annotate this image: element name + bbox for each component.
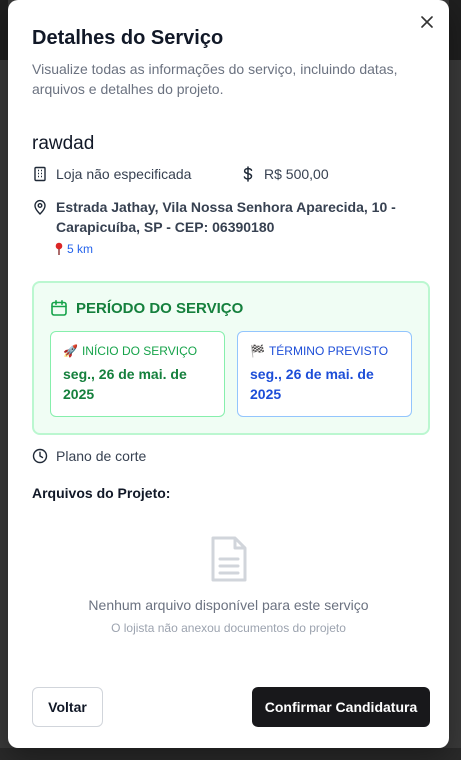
service-details-modal: Detalhes do Serviço Visualize todas as i… xyxy=(8,0,449,748)
period-header: PERÍODO DO SERVIÇO xyxy=(50,299,243,317)
backdrop-strip xyxy=(449,0,461,60)
start-label-row: 🚀 INÍCIO DO SERVIÇO xyxy=(63,344,212,358)
distance-value: 5 km xyxy=(67,242,94,256)
map-pin-icon xyxy=(34,199,46,215)
service-name: rawdad xyxy=(32,133,95,154)
store-name: Loja não especificada xyxy=(56,166,192,182)
plan-text: Plano de corte xyxy=(56,448,147,464)
backdrop-bottom xyxy=(0,748,461,760)
end-date-card: 🏁 TÉRMINO PREVISTO seg., 26 de mai. de 2… xyxy=(237,331,412,417)
end-label: TÉRMINO PREVISTO xyxy=(268,344,389,358)
confirm-application-button[interactable]: Confirmar Candidatura xyxy=(252,687,430,727)
distance-info: 5 km xyxy=(54,242,93,256)
checkered-flag-icon: 🏁 xyxy=(250,344,265,358)
close-button[interactable] xyxy=(417,12,437,32)
empty-files-title: Nenhum arquivo disponível para este serv… xyxy=(88,597,369,613)
address-text: Estrada Jathay, Vila Nossa Senhora Apare… xyxy=(56,199,396,235)
end-label-row: 🏁 TÉRMINO PREVISTO xyxy=(250,344,399,358)
modal-subtitle: Visualize todas as informações do serviç… xyxy=(32,61,398,97)
start-date: seg., 26 de mai. de 2025 xyxy=(63,366,187,402)
calendar-icon xyxy=(51,300,67,316)
backdrop-strip xyxy=(0,0,8,60)
modal-title: Detalhes do Serviço xyxy=(32,27,224,49)
service-period-box: PERÍODO DO SERVIÇO 🚀 INÍCIO DO SERVIÇO s… xyxy=(32,281,430,435)
end-date: seg., 26 de mai. de 2025 xyxy=(250,366,374,402)
dollar-icon xyxy=(243,166,253,182)
period-title: PERÍODO DO SERVIÇO xyxy=(76,299,244,317)
close-icon xyxy=(421,16,433,28)
rocket-icon: 🚀 xyxy=(63,344,78,358)
back-button[interactable]: Voltar xyxy=(32,687,103,727)
pushpin-icon xyxy=(55,242,63,255)
price-value: R$ 500,00 xyxy=(264,166,329,182)
building-icon xyxy=(34,166,46,182)
address-info: Estrada Jathay, Vila Nossa Senhora Apare… xyxy=(32,197,412,237)
start-date-card: 🚀 INÍCIO DO SERVIÇO seg., 26 de mai. de … xyxy=(50,331,225,417)
files-empty-state: Nenhum arquivo disponível para este serv… xyxy=(8,535,449,635)
empty-files-subtitle: O lojista não anexou documentos do proje… xyxy=(111,621,346,635)
files-section-title: Arquivos do Projeto: xyxy=(32,485,171,501)
store-info: Loja não especificada xyxy=(32,166,191,182)
price-info: R$ 500,00 xyxy=(240,166,329,182)
clock-icon xyxy=(32,448,48,464)
start-label: INÍCIO DO SERVIÇO xyxy=(81,344,198,358)
document-icon xyxy=(211,536,246,582)
plan-info: Plano de corte xyxy=(32,448,146,464)
